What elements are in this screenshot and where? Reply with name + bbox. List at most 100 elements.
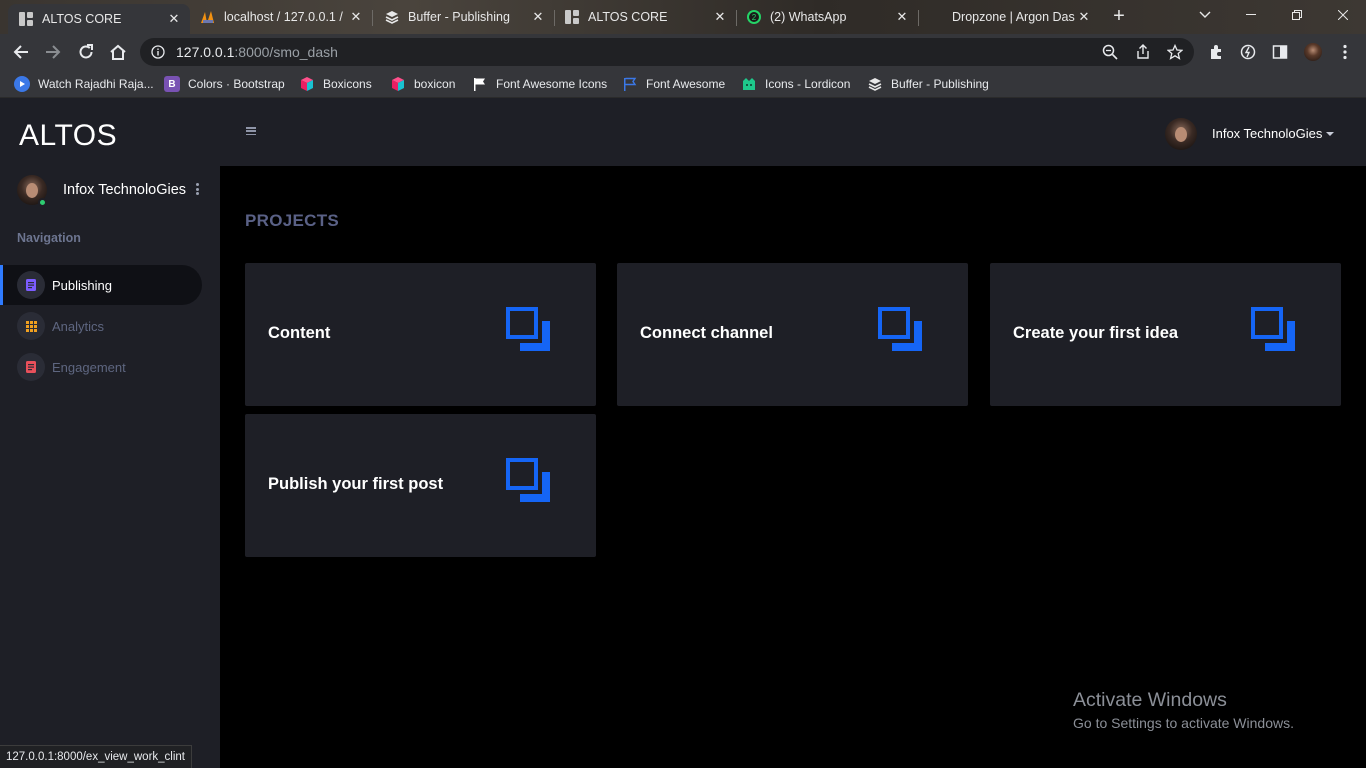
bookmark-colors-bootstrap[interactable]: B Colors · Bootstrap <box>164 76 285 92</box>
grid-icon <box>564 9 580 25</box>
card-title: Create your first idea <box>1013 324 1179 342</box>
sidebar-item-label: Engagement <box>52 359 126 375</box>
sidebar: ALTOS Infox TechnoloGies Navigation Publ… <box>0 98 220 768</box>
home-button[interactable] <box>105 39 131 65</box>
bookmark-lordicon[interactable]: Icons - Lordicon <box>741 76 850 92</box>
close-window-button[interactable] <box>1320 0 1366 30</box>
nav-heading: Navigation <box>17 231 81 245</box>
bookmark-label: Icons - Lordicon <box>765 77 851 91</box>
url-path: :8000/smo_dash <box>234 44 338 60</box>
argon-icon <box>928 9 944 25</box>
close-icon[interactable]: ✕ <box>530 9 546 25</box>
tab-strip: ALTOS CORE ✕ localhost / 127.0.0.1 / ✕ B… <box>0 0 1366 34</box>
top-bar: Infox TechnoloGies <box>220 98 1366 166</box>
whatsapp-badge: 2 <box>752 13 757 22</box>
buffer-stack-icon <box>867 76 883 92</box>
bookmark-star-icon[interactable] <box>1167 44 1183 60</box>
profile-name: Infox TechnoloGies <box>63 182 187 198</box>
more-options-icon[interactable] <box>193 181 201 197</box>
sidebar-item-label: Publishing <box>52 277 112 293</box>
close-icon[interactable]: ✕ <box>894 9 910 25</box>
user-menu-name[interactable]: Infox TechnoloGies <box>1212 126 1322 141</box>
grid-icon <box>17 312 45 340</box>
tab-title: ALTOS CORE <box>588 10 668 24</box>
menu-icon[interactable] <box>1332 39 1358 65</box>
bookmark-font-awesome[interactable]: Font Awesome <box>622 76 725 92</box>
extensions-icon[interactable] <box>1203 39 1229 65</box>
tab-search-button[interactable] <box>1182 0 1228 30</box>
tab-title: (2) WhatsApp <box>770 10 847 24</box>
project-card-publish-post[interactable]: Publish your first post <box>245 414 596 557</box>
avatar[interactable] <box>1165 118 1197 150</box>
document-icon <box>17 353 45 381</box>
sync-icon[interactable] <box>1235 39 1261 65</box>
zoom-icon[interactable] <box>1102 44 1118 60</box>
sidebar-item-engagement[interactable]: Engagement <box>0 347 202 387</box>
bookmarks-bar: Watch Rajadhi Raja... B Colors · Bootstr… <box>0 70 1366 98</box>
flag-outline-icon <box>622 76 638 92</box>
bookmark-label: Font Awesome <box>646 77 726 91</box>
status-bar-url: 127.0.0.1:8000/ex_view_work_clint <box>0 745 193 768</box>
bookmark-buffer-publishing[interactable]: Buffer - Publishing <box>867 76 989 92</box>
page-title: PROJECTS <box>245 211 340 230</box>
lordicon-icon <box>741 76 757 92</box>
close-icon[interactable]: ✕ <box>166 11 182 27</box>
bookmark-boxicons[interactable]: Boxicons <box>299 76 372 92</box>
minimize-button[interactable] <box>1228 0 1274 30</box>
card-title: Content <box>268 324 331 342</box>
watermark-title: Activate Windows <box>1073 689 1227 711</box>
sidebar-item-label: Analytics <box>52 318 105 334</box>
project-card-create-idea[interactable]: Create your first idea <box>990 263 1341 406</box>
forward-button[interactable] <box>40 39 66 65</box>
chevron-down-icon[interactable] <box>1326 132 1334 136</box>
copy-icon <box>506 458 550 502</box>
tab-argon[interactable]: Dropzone | Argon Das ✕ <box>918 0 1100 34</box>
grid-icon <box>18 11 34 27</box>
info-icon[interactable] <box>150 44 166 60</box>
tab-whatsapp[interactable]: 2 (2) WhatsApp ✕ <box>736 0 918 34</box>
restore-button[interactable] <box>1274 0 1320 30</box>
buffer-stack-icon <box>384 9 400 25</box>
play-icon <box>14 76 30 92</box>
reload-button[interactable] <box>73 39 99 65</box>
profile-avatar-icon[interactable] <box>1300 39 1326 65</box>
tab-title: Buffer - Publishing <box>408 10 510 24</box>
bootstrap-icon: B <box>164 76 180 92</box>
watermark-subtitle: Go to Settings to activate Windows. <box>1073 715 1294 731</box>
close-icon[interactable]: ✕ <box>348 9 364 25</box>
project-card-content[interactable]: Content <box>245 263 596 406</box>
card-title: Connect channel <box>640 324 773 342</box>
bookmark-label: boxicon <box>414 77 456 91</box>
url-text: 127.0.0.1:8000/smo_dash <box>176 44 338 60</box>
bookmark-boxicon[interactable]: boxicon <box>390 76 455 92</box>
sidebar-toggle-icon[interactable] <box>1267 39 1293 65</box>
tab-title: ALTOS CORE <box>42 12 122 26</box>
address-bar[interactable]: 127.0.0.1:8000/smo_dash <box>140 38 1194 66</box>
document-icon <box>17 271 45 299</box>
main-content: PROJECTS Content Connect channel Create … <box>220 166 1366 768</box>
boxicons-icon <box>390 76 406 92</box>
hamburger-menu-icon[interactable] <box>246 127 256 135</box>
bookmark-font-awesome-icons[interactable]: Font Awesome Icons <box>472 76 607 92</box>
close-icon[interactable]: ✕ <box>712 9 728 25</box>
sidebar-item-analytics[interactable]: Analytics <box>0 306 202 346</box>
back-button[interactable] <box>8 39 34 65</box>
copy-icon <box>878 307 922 351</box>
project-card-connect-channel[interactable]: Connect channel <box>617 263 968 406</box>
bookmark-label: Buffer - Publishing <box>891 77 989 91</box>
card-title: Publish your first post <box>268 475 444 493</box>
tab-altos-core[interactable]: ALTOS CORE ✕ <box>8 4 190 34</box>
sidebar-item-publishing[interactable]: Publishing <box>0 265 202 305</box>
tab-phpmyadmin[interactable]: localhost / 127.0.0.1 / ✕ <box>190 0 372 34</box>
tab-buffer[interactable]: Buffer - Publishing ✕ <box>374 0 554 34</box>
tab-altos-core-2[interactable]: ALTOS CORE ✕ <box>554 0 736 34</box>
new-tab-button[interactable]: + <box>1108 5 1130 27</box>
copy-icon <box>506 307 550 351</box>
online-status-dot <box>38 198 47 207</box>
share-icon[interactable] <box>1135 44 1151 60</box>
bookmark-watch-rajadhi[interactable]: Watch Rajadhi Raja... <box>14 76 154 92</box>
whatsapp-icon: 2 <box>746 9 762 25</box>
copy-icon <box>1251 307 1295 351</box>
close-icon[interactable]: ✕ <box>1076 9 1092 25</box>
brand-logo[interactable]: ALTOS <box>19 119 117 153</box>
